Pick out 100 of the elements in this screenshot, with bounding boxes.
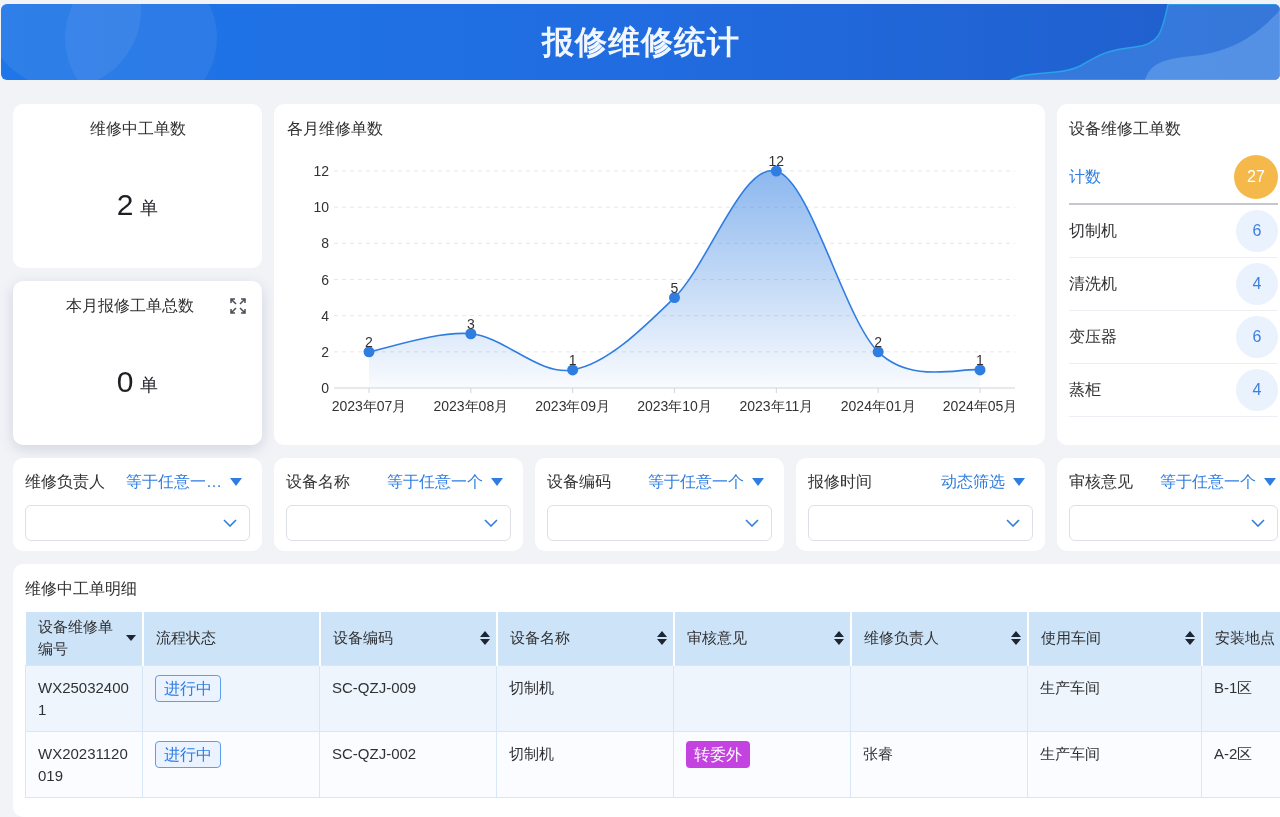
y-tick-label: 6 bbox=[321, 271, 329, 288]
y-tick-label: 0 bbox=[321, 380, 329, 396]
table-cell: SC-QZJ-002 bbox=[319, 731, 497, 797]
count-badge: 27 bbox=[1234, 155, 1278, 199]
y-tick-label: 8 bbox=[321, 235, 329, 252]
data-label: 1 bbox=[568, 351, 577, 368]
filter-label: 审核意见 bbox=[1069, 472, 1133, 492]
column-header[interactable]: 设备名称 bbox=[496, 612, 674, 665]
column-header[interactable]: 审核意见 bbox=[673, 612, 851, 665]
table-cell: WX250324001 bbox=[25, 665, 143, 731]
y-tick-label: 10 bbox=[313, 199, 329, 216]
select-field[interactable] bbox=[547, 505, 772, 541]
count-badge: 6 bbox=[1236, 316, 1278, 358]
sort-icon[interactable] bbox=[1010, 631, 1021, 646]
operator-dropdown[interactable]: 等于任意一个 bbox=[1160, 470, 1276, 494]
stat-title: 维修中工单数 bbox=[88, 119, 187, 139]
operator-dropdown[interactable]: 动态筛选 bbox=[941, 470, 1025, 494]
chevron-down-icon bbox=[484, 519, 498, 527]
operator-dropdown[interactable]: 等于任意一个 bbox=[648, 470, 764, 494]
count-badge: 4 bbox=[1236, 369, 1278, 411]
select-field[interactable] bbox=[1069, 505, 1278, 541]
filter-label: 设备名称 bbox=[286, 472, 350, 492]
select-field[interactable] bbox=[25, 505, 250, 541]
x-tick-label: 2023年11月 bbox=[739, 398, 814, 414]
review-tag: 转委外 bbox=[686, 740, 750, 768]
y-tick-label: 12 bbox=[313, 163, 329, 179]
column-header[interactable]: 使用车间 bbox=[1027, 612, 1202, 665]
caret-down-icon bbox=[491, 478, 503, 486]
chevron-down-icon bbox=[223, 519, 237, 527]
table-cell: 张睿 bbox=[850, 731, 1028, 797]
chevron-down-icon bbox=[1251, 519, 1265, 527]
table-cell: 切制机 bbox=[496, 731, 674, 797]
table-cell: 生产车间 bbox=[1027, 731, 1202, 797]
status-tag: 进行中 bbox=[155, 674, 221, 702]
caret-down-icon bbox=[752, 478, 764, 486]
operator-dropdown[interactable]: 等于任意一个 bbox=[387, 470, 503, 494]
data-point bbox=[770, 165, 782, 177]
page-title: 报修维修统计 bbox=[541, 23, 740, 62]
data-label: 3 bbox=[466, 315, 475, 332]
y-tick-label: 4 bbox=[321, 307, 329, 324]
x-tick-label: 2023年09月 bbox=[535, 398, 611, 414]
stat-value: 0 bbox=[116, 363, 134, 400]
select-field[interactable] bbox=[808, 505, 1033, 541]
equipment-name: 切制机 bbox=[1069, 221, 1117, 241]
chevron-down-icon bbox=[745, 519, 759, 527]
data-label: 12 bbox=[768, 153, 785, 169]
stat-unit: 单 bbox=[140, 373, 159, 397]
operator-dropdown[interactable]: 等于任意一… bbox=[126, 470, 242, 494]
data-label: 2 bbox=[365, 333, 373, 350]
equipment-name: 清洗机 bbox=[1069, 274, 1117, 294]
caret-down-icon[interactable] bbox=[125, 635, 136, 642]
equipment-name: 变压器 bbox=[1069, 327, 1117, 347]
stat-unit: 单 bbox=[140, 196, 159, 220]
sort-icon[interactable] bbox=[656, 631, 667, 646]
sort-icon[interactable] bbox=[1184, 631, 1195, 646]
sort-icon[interactable] bbox=[833, 631, 844, 646]
count-badge: 6 bbox=[1236, 210, 1278, 252]
column-header: 安装地点 bbox=[1201, 612, 1280, 665]
table-cell: WX20231120019 bbox=[25, 731, 143, 797]
data-label: 5 bbox=[670, 279, 679, 296]
data-point bbox=[465, 328, 477, 340]
x-tick-label: 2024年01月 bbox=[840, 398, 916, 414]
column-header[interactable]: 设备维修单编号 bbox=[25, 612, 143, 665]
caret-down-icon bbox=[1013, 478, 1025, 486]
chart-title: 各月维修单数 bbox=[286, 119, 384, 139]
data-label: 1 bbox=[976, 351, 984, 368]
filter-label: 报修时间 bbox=[808, 472, 872, 492]
table-cell: 切制机 bbox=[496, 665, 674, 731]
data-point bbox=[363, 346, 375, 358]
column-header[interactable]: 设备编码 bbox=[319, 612, 497, 665]
caret-down-icon bbox=[1264, 478, 1276, 486]
filter-label: 设备编码 bbox=[547, 472, 611, 492]
stat-value: 2 bbox=[116, 186, 134, 223]
data-point bbox=[669, 292, 680, 304]
sort-icon[interactable] bbox=[479, 631, 490, 646]
data-point bbox=[974, 364, 986, 376]
column-header: 流程状态 bbox=[142, 612, 320, 665]
table-cell: 生产车间 bbox=[1027, 665, 1202, 731]
column-header[interactable]: 维修负责人 bbox=[850, 612, 1028, 665]
expand-icon[interactable] bbox=[230, 298, 246, 314]
table-cell: B-1区 bbox=[1201, 665, 1280, 731]
x-tick-label: 2023年07月 bbox=[331, 398, 407, 414]
count-badge: 4 bbox=[1236, 263, 1278, 305]
stat-title: 本月报修工单总数 bbox=[64, 296, 195, 316]
card-title: 设备维修工单数 bbox=[1069, 119, 1182, 139]
status-tag: 进行中 bbox=[155, 740, 221, 768]
table-cell: A-2区 bbox=[1201, 731, 1280, 797]
table-title: 维修中工单明细 bbox=[25, 579, 138, 599]
chevron-down-icon bbox=[1006, 519, 1020, 527]
data-point bbox=[567, 364, 579, 376]
data-label: 2 bbox=[874, 333, 883, 350]
x-tick-label: 2024年05月 bbox=[942, 398, 1018, 414]
x-tick-label: 2023年10月 bbox=[637, 398, 712, 414]
x-tick-label: 2023年08月 bbox=[433, 398, 509, 414]
select-field[interactable] bbox=[286, 505, 511, 541]
count-label: 计数 bbox=[1069, 167, 1101, 187]
filter-label: 维修负责人 bbox=[25, 472, 105, 492]
caret-down-icon bbox=[230, 478, 242, 486]
table-cell: SC-QZJ-009 bbox=[319, 665, 497, 731]
equipment-name: 蒸柜 bbox=[1069, 380, 1101, 400]
